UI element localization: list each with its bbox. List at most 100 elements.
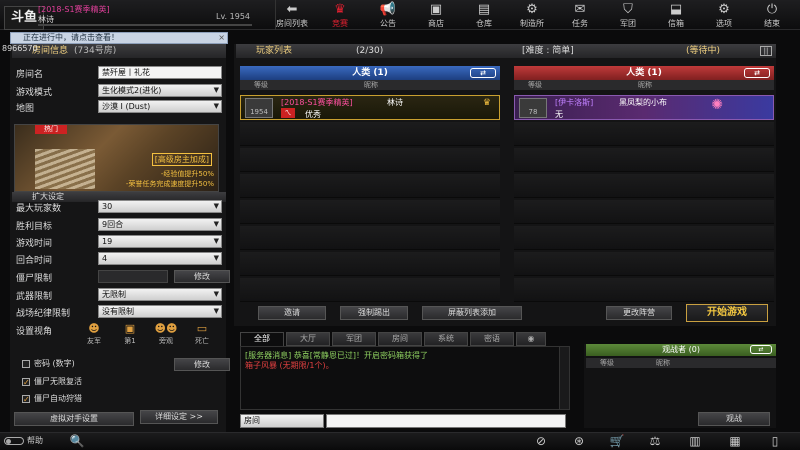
block-list-button[interactable]: 屏蔽列表添加 [422, 306, 522, 320]
player-level: Lv. 1954 [215, 12, 250, 21]
room-id: 8966570 [2, 44, 38, 53]
battery-icon[interactable]: ▯ [766, 434, 784, 448]
pause-button[interactable]: || [760, 46, 772, 56]
chat-scrollbar[interactable] [559, 347, 569, 409]
mail-icon: ⬓ [669, 2, 683, 17]
nav-announcement[interactable]: 📢 公告 [368, 2, 408, 30]
map-picture [35, 149, 95, 189]
zombie-limit-modify-button[interactable]: 修改 [174, 270, 230, 283]
swap-team-icon[interactable]: ⇄ [744, 68, 770, 78]
chat-log: [服务器消息] 恭喜[常静恩已过]！开启密码箱获得了 箱子风暴 (无期限/1个)… [240, 346, 570, 410]
tab-lobby[interactable]: 大厅 [286, 332, 330, 346]
start-game-button[interactable]: 开始游戏 [686, 304, 768, 322]
nav-clan[interactable]: ⛉ 军团 [608, 2, 648, 30]
team-blue-header: 人类 (1) ⇄ [240, 66, 500, 80]
empty-player-slot [514, 148, 774, 172]
tab-whisper[interactable]: 密语 [470, 332, 514, 346]
balance-icon[interactable]: ⚖ [646, 434, 664, 448]
nav-factory[interactable]: ⚙ 制造所 [512, 2, 552, 30]
difficulty-label: [难度 : 简单] [522, 46, 574, 56]
tab-room[interactable]: 房间 [378, 332, 422, 346]
nav-competition[interactable]: ♛ 竞赛 [320, 2, 360, 30]
red-player-slot[interactable]: 78 [伊卡洛斯] 黑凤梨的小布 无 ✺ [514, 95, 774, 120]
notice-banner[interactable]: 正在进行中，请点击查看！ × [10, 32, 228, 44]
weapon-limit-select[interactable]: 无限制 ▼ [98, 288, 222, 301]
nav-shop[interactable]: ▣ 商店 [416, 2, 456, 30]
host-bonus-xp: -经验值提升50% [160, 170, 214, 178]
max-players-select[interactable]: 30 ▼ [98, 200, 222, 213]
host-bonus-honor: -荣誉任务完成速度提升50% [125, 180, 214, 188]
chevron-down-icon: ▼ [213, 202, 219, 210]
cart-icon[interactable]: 🛒 [608, 434, 626, 448]
room-name-label: 房间名 [16, 70, 44, 80]
view-friendly[interactable]: ☻ 友军 [80, 322, 108, 346]
room-info-header: 房间信息 (734号房) [12, 44, 226, 58]
watch-button[interactable]: 观战 [698, 412, 770, 426]
ranking-icon[interactable]: ▥ [686, 434, 704, 448]
weapon-limit-row: 武器限制 无限制 ▼ [14, 288, 228, 302]
swap-team-icon[interactable]: ⇄ [470, 68, 496, 78]
empty-player-slot [514, 226, 774, 250]
view-first-person[interactable]: ▣ 第1 [116, 322, 144, 346]
empty-player-slot [240, 278, 500, 302]
map-row: 地图 沙漠 I (Dust) ▼ [14, 100, 228, 114]
auto-trap-checkbox[interactable]: ✓ [22, 395, 30, 404]
unlimited-revive-checkbox[interactable]: ✓ [22, 378, 30, 387]
detail-settings-button[interactable]: 详细设定 >> [140, 410, 218, 424]
empty-player-slot [240, 174, 500, 198]
blue-player-slot[interactable]: 1954 [2018-S1赛季精英] 林诗 ㄟ 优秀 ♛ [240, 95, 500, 120]
tab-all[interactable]: 全部 [240, 332, 284, 346]
map-select[interactable]: 沙漠 I (Dust) ▼ [98, 100, 222, 113]
game-time-label: 游戏时间 [16, 239, 53, 249]
change-team-button[interactable]: 更改阵营 [606, 306, 672, 320]
map-preview[interactable]: 热门 [高级房主加成] -经验值提升50% -荣誉任务完成速度提升50% [14, 124, 219, 192]
empty-player-slot [240, 252, 500, 276]
game-mode-select[interactable]: 生化模式2(进化) ▼ [98, 84, 222, 97]
nav-room-list[interactable]: ⬅ 房间列表 [272, 2, 312, 30]
nav-options[interactable]: ⚙ 选项 [704, 2, 744, 30]
round-time-select[interactable]: 4 ▼ [98, 252, 222, 265]
empty-player-slot [240, 122, 500, 146]
win-target-label: 胜利目标 [16, 222, 53, 232]
discipline-select[interactable]: 没有限制 ▼ [98, 305, 222, 318]
password-label: 密码 (数字) [34, 359, 75, 368]
game-time-select[interactable]: 19 ▼ [98, 235, 222, 248]
swap-team-icon[interactable]: ⇄ [750, 345, 772, 354]
win-target-select[interactable]: 9回合 ▼ [98, 218, 222, 231]
player-rank: 优秀 [305, 110, 321, 119]
calendar-icon[interactable]: ▦ [726, 434, 744, 448]
password-modify-button[interactable]: 修改 [174, 358, 230, 371]
nav-mission[interactable]: ✉ 任务 [560, 2, 600, 30]
chevron-down-icon: ▼ [213, 254, 219, 262]
nav-warehouse[interactable]: ▤ 仓库 [464, 2, 504, 30]
chat-input-row: 房间 [240, 414, 570, 428]
view-death-cam[interactable]: ▭ 死亡 [188, 322, 216, 346]
invite-button[interactable]: 邀请 [258, 306, 326, 320]
view-spectator[interactable]: ☻☻ 旁观 [152, 322, 180, 346]
zombie-limit-value [98, 270, 168, 283]
virtual-opponent-button[interactable]: 虚拟对手设置 [14, 412, 134, 426]
chevron-down-icon: ▼ [213, 220, 219, 228]
chat-eye-icon[interactable]: ◉ [516, 332, 546, 346]
chat-channel-select[interactable]: 房间 [240, 414, 324, 428]
help-toggle[interactable]: 帮助 [4, 434, 64, 448]
max-players-row: 最大玩家数 30 ▼ [14, 200, 228, 214]
achievement-icon[interactable]: ⊛ [570, 434, 588, 448]
compass-icon[interactable]: ⊘ [532, 434, 550, 448]
tab-system[interactable]: 系统 [424, 332, 468, 346]
password-row: 密码 (数字) 修改 [22, 358, 230, 371]
kick-button[interactable]: 强制踢出 [340, 306, 408, 320]
password-checkbox[interactable] [22, 360, 30, 368]
player-nickname: 林诗 [387, 98, 403, 107]
notice-text: 正在进行中，请点击查看！ [23, 33, 119, 42]
chat-input[interactable] [326, 414, 566, 428]
tab-clan[interactable]: 军团 [332, 332, 376, 346]
room-name-input[interactable]: 禁歼屋丨礼花 [98, 66, 222, 79]
game-time-row: 游戏时间 19 ▼ [14, 235, 228, 249]
player-list-header: 玩家列表 (2/30) [难度 : 简单] (等待中) || [236, 44, 776, 58]
close-icon[interactable]: × [218, 33, 225, 43]
search-icon[interactable]: 🔍 [68, 434, 86, 448]
player-nickname: 黑凤梨的小布 [619, 98, 667, 107]
nav-mail[interactable]: ⬓ 信箱 [656, 2, 696, 30]
nav-exit[interactable]: ⏻ 结束 [752, 2, 792, 30]
